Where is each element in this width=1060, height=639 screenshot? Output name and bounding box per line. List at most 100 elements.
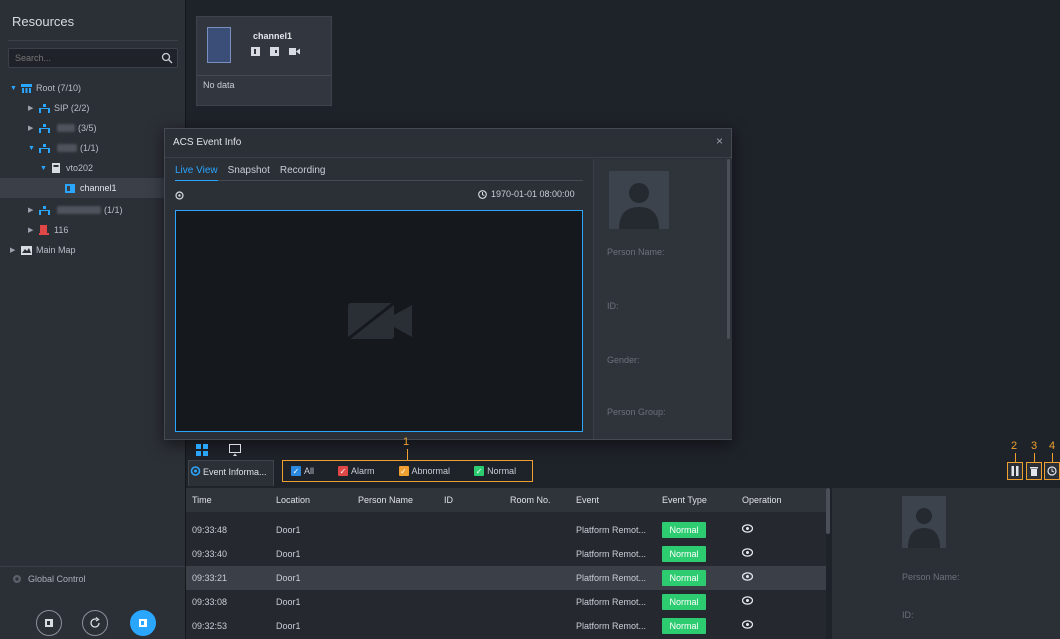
event-type-badge: Normal: [662, 570, 706, 586]
view-eye-icon[interactable]: [742, 572, 753, 581]
person-group-label: Person Group:: [607, 407, 666, 417]
person-id-label: ID:: [607, 301, 619, 311]
live-timestamp: 1970-01-01 08:00:00: [478, 189, 575, 199]
col-location: Location: [276, 495, 311, 505]
org-node-icon: [38, 103, 50, 113]
col-room-no: Room No.: [510, 495, 551, 505]
acs-event-info-dialog: ACS Event Info × Live View Snapshot Reco…: [164, 128, 732, 440]
tab-live-view[interactable]: Live View: [175, 165, 218, 181]
view-eye-icon[interactable]: [742, 548, 753, 557]
resources-sidebar: Resources ▼ Root (7/10) ▶ SIP (2/2) ▶ (3…: [0, 0, 186, 639]
tree-node-group[interactable]: ▶ (3/5): [28, 118, 97, 138]
global-control[interactable]: Global Control: [12, 574, 86, 584]
gender-label: Gender:: [607, 355, 640, 365]
view-eye-icon[interactable]: [742, 596, 753, 605]
expand-arrow-icon[interactable]: ▼: [10, 85, 20, 92]
grid-view-icon[interactable]: [196, 444, 208, 456]
gear-icon: [13, 575, 21, 583]
live-video-window[interactable]: [175, 210, 583, 432]
tree-node-116[interactable]: ▶ 116: [28, 220, 68, 240]
location-pin-icon: [175, 191, 184, 200]
video-camera-icon[interactable]: [289, 47, 300, 56]
pause-button[interactable]: [1007, 462, 1023, 480]
tab-snapshot[interactable]: Snapshot: [228, 165, 270, 181]
expand-arrow-icon[interactable]: ▼: [40, 165, 50, 172]
tab-recording[interactable]: Recording: [280, 165, 326, 181]
expand-arrow-icon[interactable]: ▼: [28, 145, 38, 152]
tree-node-sip[interactable]: ▶ SIP (2/2): [28, 98, 89, 118]
tree-node-channel1[interactable]: channel1: [0, 178, 185, 198]
table-row[interactable]: 09:33:40 Door1 Platform Remot... Normal: [186, 542, 826, 566]
detail-person-name-label: Person Name:: [902, 572, 960, 582]
tree-node-group[interactable]: ▶ (1/1): [28, 200, 123, 220]
channel-name: channel1: [253, 31, 293, 41]
search-input[interactable]: [9, 49, 149, 67]
cell-location: Door1: [276, 621, 301, 631]
filter-abnormal[interactable]: ✓ Abnormal: [398, 466, 451, 476]
checkbox-checked-icon[interactable]: ✓: [398, 466, 409, 476]
collapse-arrow-icon[interactable]: ▶: [28, 206, 38, 214]
tree-node-group[interactable]: ▼ (1/1): [28, 138, 99, 158]
search-box[interactable]: [8, 48, 178, 68]
door-control-button[interactable]: [130, 610, 156, 636]
tree-node-vto[interactable]: ▼ vto202: [40, 158, 93, 178]
checkbox-checked-icon[interactable]: ✓: [474, 466, 485, 476]
tree-node-main-map[interactable]: ▶ Main Map: [10, 240, 76, 260]
event-info-tab-content[interactable]: Event Informa...: [190, 466, 267, 477]
filter-alarm[interactable]: ✓ Alarm: [338, 466, 375, 476]
annotation-line: [1034, 453, 1035, 462]
event-table: Time Location Person Name ID Room No. Ev…: [186, 488, 826, 639]
screen-view-icon[interactable]: [229, 444, 241, 456]
refresh-button[interactable]: [82, 610, 108, 636]
tree-label: (3/5): [78, 123, 97, 133]
close-door-icon[interactable]: [270, 47, 279, 56]
table-row[interactable]: 09:33:48 Door1 Platform Remot... Normal: [186, 518, 826, 542]
tree-node-root[interactable]: ▼ Root (7/10): [10, 78, 81, 98]
view-eye-icon[interactable]: [742, 524, 753, 533]
map-icon: [20, 245, 32, 255]
col-operation: Operation: [742, 495, 782, 505]
event-type-badge: Normal: [662, 546, 706, 562]
filter-normal[interactable]: ✓ Normal: [474, 466, 516, 476]
person-name-label: Person Name:: [607, 247, 665, 257]
annotation-4: 4: [1049, 440, 1056, 452]
no-video-camera-icon: [347, 301, 412, 341]
filter-label: Abnormal: [411, 466, 451, 476]
checkbox-checked-icon[interactable]: ✓: [338, 466, 349, 476]
table-scrollbar[interactable]: [826, 488, 830, 534]
collapse-arrow-icon[interactable]: ▶: [10, 246, 20, 254]
person-silhouette-icon: [908, 508, 940, 548]
detail-id-label: ID:: [902, 610, 914, 620]
checkbox-checked-icon[interactable]: ✓: [291, 466, 301, 476]
filter-all[interactable]: ✓ All: [291, 466, 314, 476]
tree-label: Main Map: [36, 245, 76, 255]
table-row[interactable]: 09:32:53 Door1 Platform Remot... Normal: [186, 614, 826, 638]
collapse-arrow-icon[interactable]: ▶: [28, 104, 38, 112]
annotation-2: 2: [1011, 440, 1018, 452]
col-time: Time: [192, 495, 212, 505]
event-type-badge: Normal: [662, 618, 706, 634]
open-door-icon[interactable]: [251, 47, 260, 56]
clear-button[interactable]: [1026, 462, 1042, 480]
collapse-arrow-icon[interactable]: ▶: [28, 226, 38, 234]
server-icon: [38, 225, 50, 235]
table-row[interactable]: 09:33:08 Door1 Platform Remot... Normal: [186, 590, 826, 614]
cell-event: Platform Remot...: [576, 573, 647, 583]
tree-label: channel1: [80, 183, 117, 193]
filter-label: Normal: [487, 466, 517, 476]
cell-event: Platform Remot...: [576, 597, 647, 607]
search-icon[interactable]: [161, 52, 173, 64]
timestamp-text: 1970-01-01 08:00:00: [491, 189, 575, 199]
history-button[interactable]: [1044, 462, 1060, 480]
redacted-label: [57, 144, 77, 152]
scrollbar[interactable]: [727, 159, 730, 339]
view-eye-icon[interactable]: [742, 620, 753, 629]
event-type-badge: Normal: [662, 594, 706, 610]
close-icon[interactable]: ×: [716, 134, 723, 148]
redacted-label: [57, 124, 75, 132]
collapse-arrow-icon[interactable]: ▶: [28, 124, 38, 132]
channel-card[interactable]: channel1 No data: [196, 16, 332, 106]
unlock-door-button[interactable]: [36, 610, 62, 636]
person-silhouette-icon: [619, 183, 659, 229]
table-row[interactable]: 09:33:21 Door1 Platform Remot... Normal: [186, 566, 826, 590]
